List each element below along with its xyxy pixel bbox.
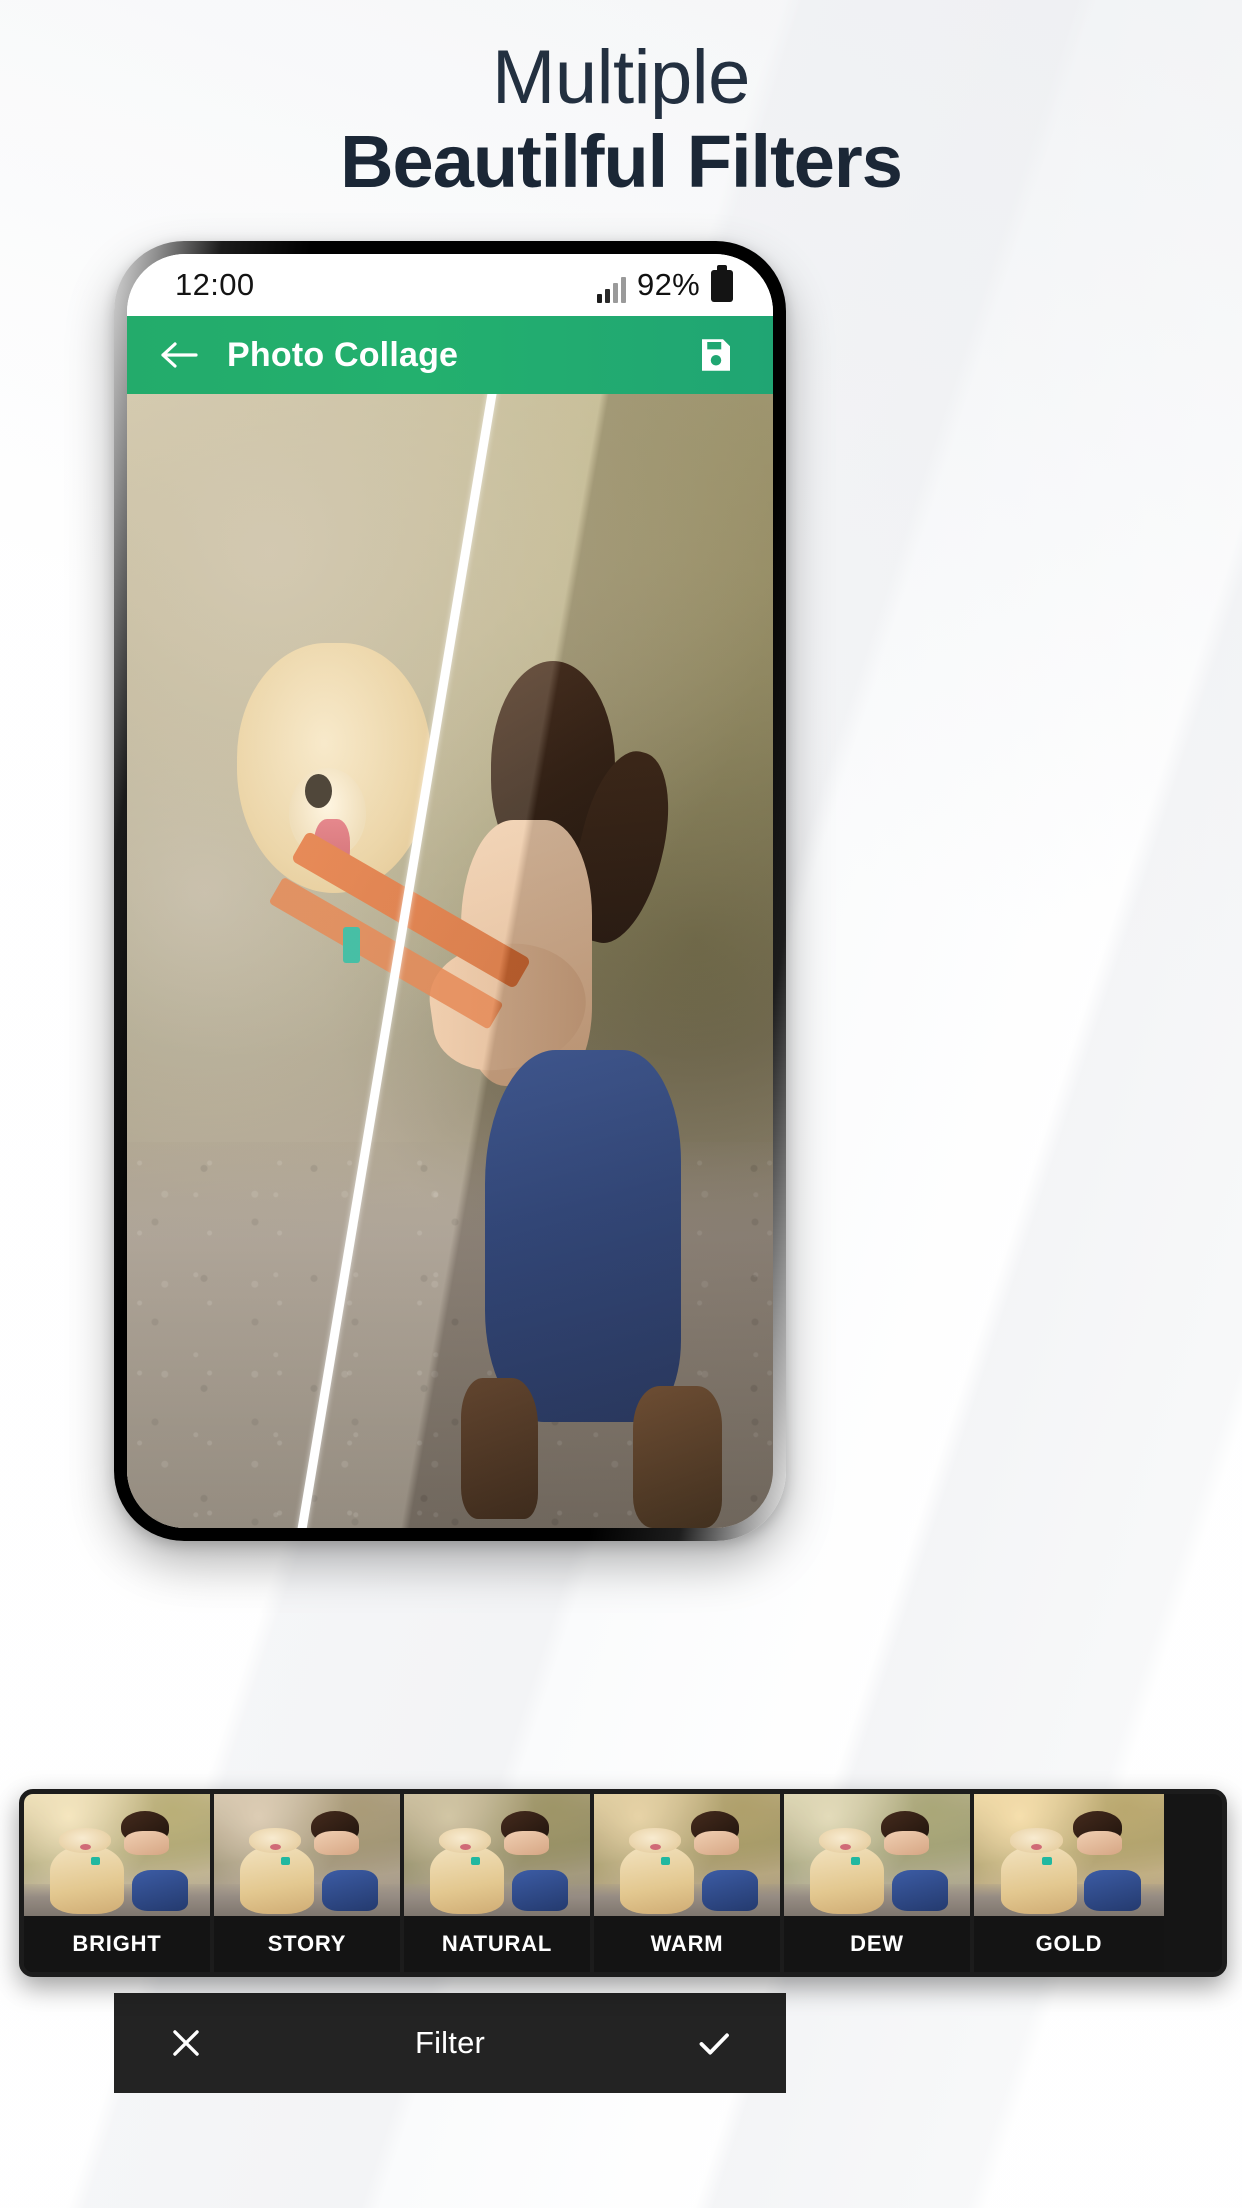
app-bar: Photo Collage: [127, 316, 773, 394]
check-icon[interactable]: [686, 2015, 742, 2071]
headline-line-1: Multiple: [492, 35, 750, 120]
app-bar-title: Photo Collage: [227, 335, 459, 374]
thumb-dog: [810, 1845, 885, 1914]
thumb-dog-tongue: [79, 1844, 91, 1851]
status-time: 12:00: [175, 267, 255, 302]
thumb-dog: [1000, 1845, 1077, 1914]
thumb-dog-tongue: [459, 1844, 471, 1851]
promo-headline: Multiple Beautilful Filters: [0, 40, 1242, 209]
thumb-dog: [240, 1845, 315, 1914]
filter-label: GOLD: [974, 1916, 1164, 1972]
close-x-icon[interactable]: [158, 2015, 214, 2071]
thumb-woman-face: [124, 1830, 170, 1855]
thumb-woman-face: [694, 1830, 740, 1855]
thumb-woman-face: [314, 1830, 360, 1855]
thumb-collar-tag: [280, 1857, 291, 1865]
thumb-woman-face: [884, 1830, 930, 1855]
filter-label: DEW: [784, 1916, 970, 1972]
thumb-dog-tongue: [649, 1844, 661, 1851]
filter-thumbnail: [784, 1794, 970, 1916]
headline-line-2: Beautilful Filters: [340, 120, 903, 203]
status-indicators: 92%: [597, 267, 733, 303]
signal-bars-icon: [597, 277, 627, 303]
woman-jeans: [484, 1050, 681, 1422]
thumb-woman-jeans: [701, 1869, 758, 1912]
thumb-dog-tongue: [269, 1844, 281, 1851]
filter-item-warm[interactable]: WARM: [594, 1794, 784, 1972]
floppy-save-icon[interactable]: [689, 328, 743, 382]
filter-thumbnail: [24, 1794, 210, 1916]
dog-nose: [304, 773, 332, 808]
filter-strip[interactable]: BRIGHT STORY NATURAL WARM DEW GOLD: [19, 1789, 1227, 1977]
filter-item-natural[interactable]: NATURAL: [404, 1794, 594, 1972]
filter-thumbnail: [594, 1794, 780, 1916]
thumb-collar-tag: [850, 1857, 861, 1865]
filter-item-gold[interactable]: GOLD: [974, 1794, 1164, 1972]
dog-collar-tag: [343, 926, 361, 964]
filter-item-bright[interactable]: BRIGHT: [24, 1794, 214, 1972]
thumb-dog: [50, 1845, 125, 1914]
thumb-woman-jeans: [1084, 1869, 1142, 1912]
battery-icon: [711, 270, 733, 302]
battery-percent-label: 92%: [637, 267, 700, 302]
photo-canvas[interactable]: [127, 394, 773, 1528]
filter-thumbnail: [404, 1794, 590, 1916]
thumb-woman-face: [1076, 1830, 1123, 1855]
phone-screen: 12:00 92% Photo Collage: [127, 254, 773, 1528]
status-bar: 12:00 92%: [127, 254, 773, 316]
thumb-woman-jeans: [321, 1869, 378, 1912]
thumb-collar-tag: [1042, 1857, 1052, 1865]
photo-woman: [423, 643, 734, 1528]
filter-item-dew[interactable]: DEW: [784, 1794, 974, 1972]
filter-label: WARM: [594, 1916, 780, 1972]
filter-item-story[interactable]: STORY: [214, 1794, 404, 1972]
thumb-dog: [620, 1845, 695, 1914]
woman-boot-right: [633, 1386, 723, 1528]
thumb-dog: [430, 1845, 505, 1914]
thumb-collar-tag: [90, 1857, 101, 1865]
thumb-dog-tongue: [839, 1844, 851, 1851]
thumb-woman-jeans: [511, 1869, 568, 1912]
filter-label: BRIGHT: [24, 1916, 210, 1972]
thumb-woman-jeans: [891, 1869, 948, 1912]
filter-thumbnail: [214, 1794, 400, 1916]
filter-thumbnail: [974, 1794, 1164, 1916]
bottom-action-bar: Filter: [114, 1993, 786, 2093]
thumb-collar-tag: [660, 1857, 671, 1865]
phone-mockup: 12:00 92% Photo Collage: [114, 241, 786, 1541]
thumb-woman-jeans: [131, 1869, 188, 1912]
filter-label: NATURAL: [404, 1916, 590, 1972]
thumb-woman-face: [504, 1830, 550, 1855]
filter-label: STORY: [214, 1916, 400, 1972]
thumb-collar-tag: [470, 1857, 481, 1865]
arrow-left-icon[interactable]: [155, 330, 205, 380]
